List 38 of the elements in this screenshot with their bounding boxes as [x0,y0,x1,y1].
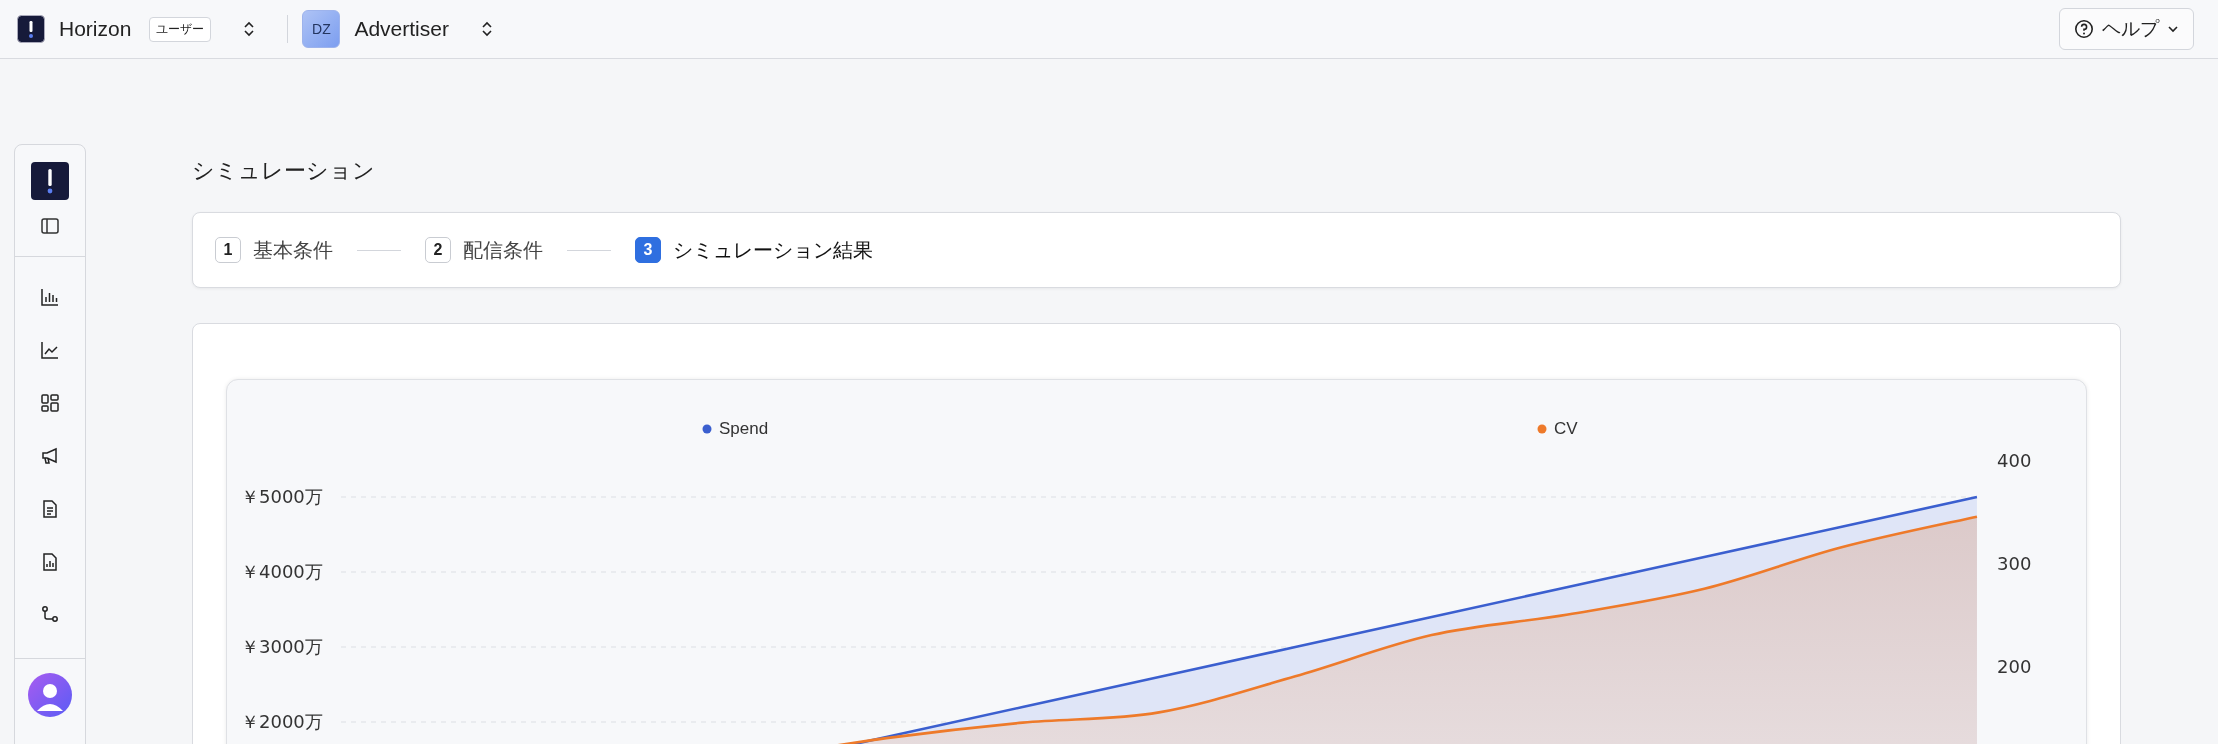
help-icon [2074,19,2094,39]
legend-item[interactable]: CV [1537,419,1578,438]
y-axis-label: ￥4000万 [241,561,323,582]
page-title: シミュレーション [192,157,376,184]
megaphone-icon[interactable] [40,446,60,466]
step-number: 3 [635,237,661,263]
legend-label: Spend [719,419,769,438]
report-icon[interactable] [40,552,60,572]
bar-chart-icon[interactable] [40,287,60,307]
dashboard-grid-icon[interactable] [40,393,60,413]
document-icon[interactable] [40,499,60,519]
user-avatar-icon[interactable] [28,673,72,717]
step-label[interactable]: 基本条件 [253,236,333,264]
logo-icon[interactable] [31,162,69,200]
step-label[interactable]: 配信条件 [463,236,543,264]
branch-icon[interactable] [40,605,60,625]
y-axis-label: ￥2000万 [241,711,323,732]
logo-icon [17,15,45,43]
app-name: Horizon [59,17,132,41]
switcher-chevron-icon[interactable] [480,21,493,37]
y-axis-label: 400 [1997,450,2032,471]
switcher-chevron-icon[interactable] [243,21,256,37]
y-axis-label: ￥3000万 [241,636,323,657]
account-name: Advertiser [354,17,449,41]
y-axis-label: 300 [1997,553,2032,574]
step-label[interactable]: シミュレーション結果 [673,236,873,264]
y-axis-label: ￥5000万 [241,486,323,507]
help-button[interactable]: ヘルプ [2059,8,2194,50]
account-avatar: DZ [302,10,341,48]
step-number: 2 [425,237,451,263]
legend-label: CV [1554,419,1579,438]
role-badge: ユーザー [149,16,212,42]
legend-item[interactable]: Spend [702,419,769,438]
chevron-down-icon [2167,25,2179,33]
sidebar-toggle-icon[interactable] [40,216,60,236]
line-chart-icon[interactable] [40,340,60,360]
y-axis-label: 200 [1997,656,2032,677]
step-number: 1 [215,237,241,263]
